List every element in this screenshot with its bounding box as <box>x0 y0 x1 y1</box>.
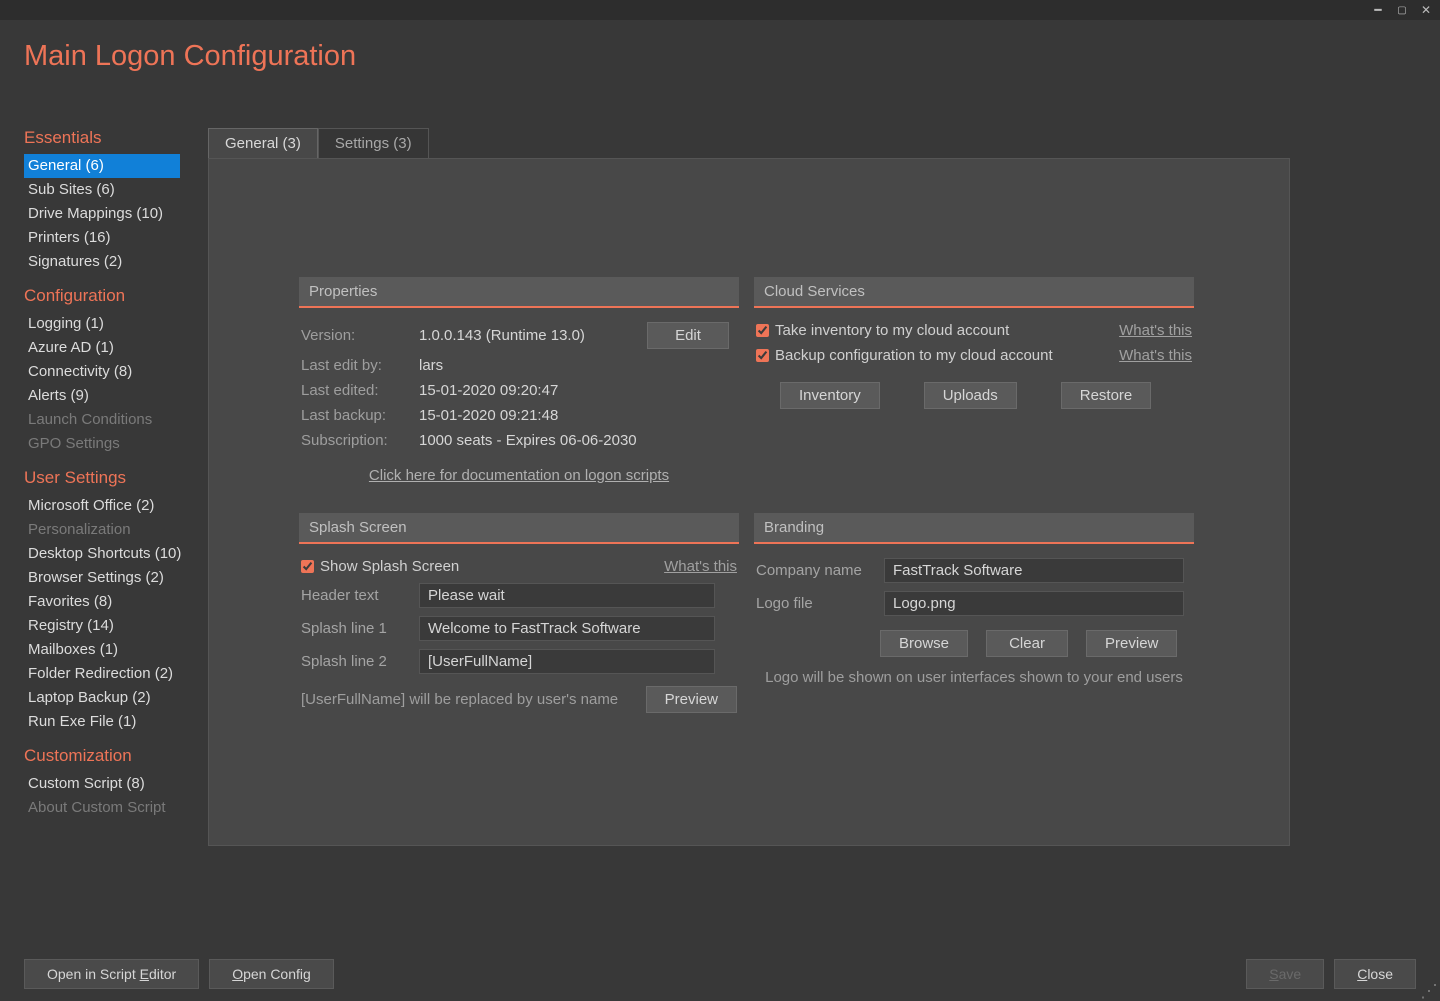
check-backup[interactable] <box>756 349 769 362</box>
whats-this-link[interactable]: What's this <box>664 558 737 575</box>
browse-button[interactable]: Browse <box>880 630 968 657</box>
tab-settings[interactable]: Settings (3) <box>318 128 429 158</box>
panel-header-branding: Branding <box>754 513 1194 544</box>
panel-properties: Properties Version:1.0.0.143 (Runtime 13… <box>299 277 739 484</box>
sidebar-item-logging[interactable]: Logging (1) <box>24 312 194 336</box>
splash-line2-input[interactable] <box>419 649 715 674</box>
restore-button[interactable]: Restore <box>1061 382 1152 409</box>
label-sub: Subscription: <box>301 432 419 449</box>
sidebar-item-launchconditions[interactable]: Launch Conditions <box>24 408 194 432</box>
clear-button[interactable]: Clear <box>986 630 1068 657</box>
panel-cloud: Cloud Services Take inventory to my clou… <box>754 277 1194 409</box>
label-edited: Last edited: <box>301 382 419 399</box>
sidebar-item-subsites[interactable]: Sub Sites (6) <box>24 178 194 202</box>
panel-header-properties: Properties <box>299 277 739 308</box>
sidebar-item-laptopbackup[interactable]: Laptop Backup (2) <box>24 686 194 710</box>
sidebar-item-aboutscript[interactable]: About Custom Script <box>24 796 194 820</box>
sidebar-item-printers[interactable]: Printers (16) <box>24 226 194 250</box>
tab-general[interactable]: General (3) <box>208 128 318 158</box>
preview-splash-button[interactable]: Preview <box>646 686 737 713</box>
sidebar-item-folderredir[interactable]: Folder Redirection (2) <box>24 662 194 686</box>
sidebar-item-runexe[interactable]: Run Exe File (1) <box>24 710 194 734</box>
open-script-editor-button[interactable]: Open in Script Editor <box>24 959 199 989</box>
splash-hint: [UserFullName] will be replaced by user'… <box>301 691 638 708</box>
value-backup: 15-01-2020 09:21:48 <box>419 407 729 424</box>
close-icon[interactable]: ✕ <box>1414 1 1438 19</box>
uploads-button[interactable]: Uploads <box>924 382 1017 409</box>
sidebar-item-general[interactable]: General (6) <box>24 154 180 178</box>
sidebar-item-azuread[interactable]: Azure AD (1) <box>24 336 194 360</box>
sidebar-item-msoff[interactable]: Microsoft Office (2) <box>24 494 194 518</box>
label-companyname: Company name <box>756 562 876 579</box>
sidebar-item-browser[interactable]: Browser Settings (2) <box>24 566 194 590</box>
sidebar-item-signatures[interactable]: Signatures (2) <box>24 250 194 274</box>
whats-this-link[interactable]: What's this <box>1119 347 1192 364</box>
logo-file-input[interactable] <box>884 591 1184 616</box>
label-splashline2: Splash line 2 <box>301 653 411 670</box>
panel-header-cloud: Cloud Services <box>754 277 1194 308</box>
doc-link[interactable]: Click here for documentation on logon sc… <box>299 467 739 484</box>
brand-hint: Logo will be shown on user interfaces sh… <box>765 669 1183 686</box>
minimize-icon[interactable]: ━ <box>1366 1 1390 19</box>
company-name-input[interactable] <box>884 558 1184 583</box>
sidebar: Essentials General (6) Sub Sites (6) Dri… <box>24 128 194 832</box>
nav-header-customization: Customization <box>24 746 194 766</box>
label-check-inventory: Take inventory to my cloud account <box>775 322 1009 339</box>
label-showsplash: Show Splash Screen <box>320 558 459 575</box>
sidebar-item-favorites[interactable]: Favorites (8) <box>24 590 194 614</box>
sidebar-item-mailboxes[interactable]: Mailboxes (1) <box>24 638 194 662</box>
page-title: Main Logon Configuration <box>24 40 356 73</box>
sidebar-item-drivemappings[interactable]: Drive Mappings (10) <box>24 202 194 226</box>
inventory-button[interactable]: Inventory <box>780 382 880 409</box>
sidebar-item-personalization[interactable]: Personalization <box>24 518 194 542</box>
label-check-backup: Backup configuration to my cloud account <box>775 347 1053 364</box>
value-editby: lars <box>419 357 729 374</box>
save-button[interactable]: Save <box>1246 959 1324 989</box>
label-headertext: Header text <box>301 587 411 604</box>
edit-button[interactable]: Edit <box>647 322 729 349</box>
label-splashline1: Splash line 1 <box>301 620 411 637</box>
panel-header-splash: Splash Screen <box>299 513 739 544</box>
header-text-input[interactable] <box>419 583 715 608</box>
label-version: Version: <box>301 327 419 344</box>
panel-splash: Splash Screen Show Splash Screen What's t… <box>299 513 739 717</box>
splash-line1-input[interactable] <box>419 616 715 641</box>
label-backup: Last backup: <box>301 407 419 424</box>
sidebar-item-registry[interactable]: Registry (14) <box>24 614 194 638</box>
nav-header-usersettings: User Settings <box>24 468 194 488</box>
sidebar-item-gposettings[interactable]: GPO Settings <box>24 432 194 456</box>
whats-this-link[interactable]: What's this <box>1119 322 1192 339</box>
footer: Open in Script Editor Open Config Save C… <box>0 948 1440 1000</box>
sidebar-item-customscript[interactable]: Custom Script (8) <box>24 772 194 796</box>
nav-header-configuration: Configuration <box>24 286 194 306</box>
panel-branding: Branding Company name Logo file Browse C… <box>754 513 1194 690</box>
open-config-button[interactable]: Open Config <box>209 959 334 989</box>
nav-header-essentials: Essentials <box>24 128 194 148</box>
sidebar-item-alerts[interactable]: Alerts (9) <box>24 384 194 408</box>
content-pane: Properties Version:1.0.0.143 (Runtime 13… <box>208 158 1290 846</box>
value-edited: 15-01-2020 09:20:47 <box>419 382 729 399</box>
close-button[interactable]: Close <box>1334 959 1416 989</box>
sidebar-item-connectivity[interactable]: Connectivity (8) <box>24 360 194 384</box>
label-editby: Last edit by: <box>301 357 419 374</box>
value-sub: 1000 seats - Expires 06-06-2030 <box>419 432 729 449</box>
maximize-icon[interactable]: ▢ <box>1390 1 1414 19</box>
preview-brand-button[interactable]: Preview <box>1086 630 1177 657</box>
check-inventory[interactable] <box>756 324 769 337</box>
value-version: 1.0.0.143 (Runtime 13.0) <box>419 327 647 344</box>
title-bar: ━ ▢ ✕ <box>0 0 1440 20</box>
check-showsplash[interactable] <box>301 560 314 573</box>
sidebar-item-shortcuts[interactable]: Desktop Shortcuts (10) <box>24 542 194 566</box>
label-logofile: Logo file <box>756 595 876 612</box>
tab-bar: General (3) Settings (3) <box>208 128 429 158</box>
